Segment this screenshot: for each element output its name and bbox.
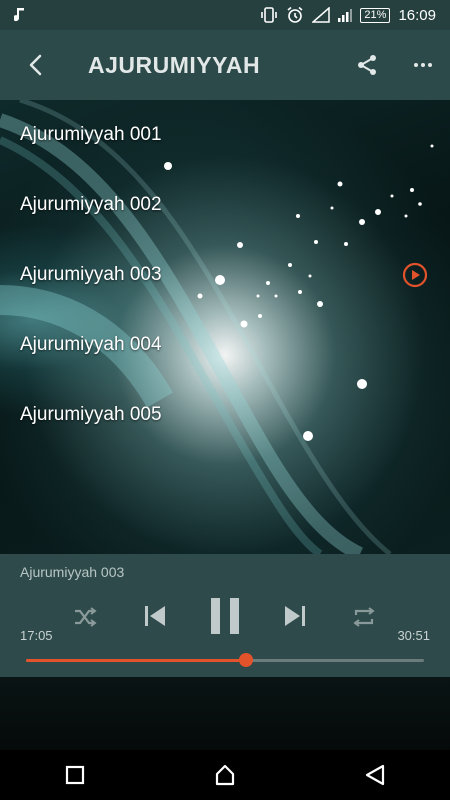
track-label: Ajurumiyyah 004 (20, 334, 162, 355)
list-item[interactable]: Ajurumiyyah 001 (0, 100, 450, 170)
app-bar: AJURUMIYYAH (0, 30, 450, 100)
recents-square-icon[interactable] (55, 755, 95, 795)
system-nav-bar (0, 750, 450, 800)
track-label: Ajurumiyyah 005 (20, 404, 162, 425)
total-time: 30:51 (397, 628, 430, 643)
track-label: Ajurumiyyah 001 (20, 124, 162, 145)
signal-icon (312, 7, 331, 23)
track-label: Ajurumiyyah 002 (20, 194, 162, 215)
next-icon[interactable] (278, 599, 312, 633)
list-item[interactable]: Ajurumiyyah 003 (0, 240, 450, 310)
seek-bar-thumb[interactable] (239, 653, 254, 667)
alarm-icon (286, 6, 304, 24)
more-vert-icon[interactable] (408, 50, 438, 80)
shuffle-icon[interactable] (70, 602, 100, 632)
page-title: AJURUMIYYAH (88, 51, 261, 78)
seek-bar[interactable] (26, 653, 424, 667)
back-arrow-icon[interactable] (20, 50, 50, 80)
back-triangle-icon[interactable] (355, 755, 395, 795)
signal-bars-icon (338, 7, 353, 23)
list-item[interactable]: Ajurumiyyah 005 (0, 380, 450, 450)
list-item[interactable]: Ajurumiyyah 002 (0, 170, 450, 240)
clock: 16:09 (398, 6, 436, 24)
previous-icon[interactable] (138, 599, 172, 633)
vibrate-icon (260, 7, 278, 23)
share-icon[interactable] (352, 50, 382, 80)
current-time: 17:05 (20, 628, 53, 643)
repeat-icon[interactable] (349, 602, 379, 632)
home-icon[interactable] (205, 755, 245, 795)
playlist-area: Ajurumiyyah 001 Ajurumiyyah 002 Ajurumiy… (0, 100, 450, 554)
player-panel: Ajurumiyyah 003 17:05 30:51 (0, 554, 450, 677)
track-label: Ajurumiyyah 003 (20, 264, 162, 285)
pause-icon[interactable] (205, 594, 245, 638)
track-list: Ajurumiyyah 001 Ajurumiyyah 002 Ajurumiy… (0, 100, 450, 450)
list-item[interactable]: Ajurumiyyah 004 (0, 310, 450, 380)
now-playing-title: Ajurumiyyah 003 (20, 564, 125, 580)
play-circle-icon[interactable] (402, 262, 428, 288)
seek-bar-progress (26, 659, 247, 662)
battery-indicator: 21% (360, 7, 391, 23)
music-note-icon (14, 7, 28, 23)
status-bar: 21% 16:09 (0, 0, 450, 30)
background-artwork-bottom (0, 677, 450, 750)
player-controls (0, 594, 450, 644)
